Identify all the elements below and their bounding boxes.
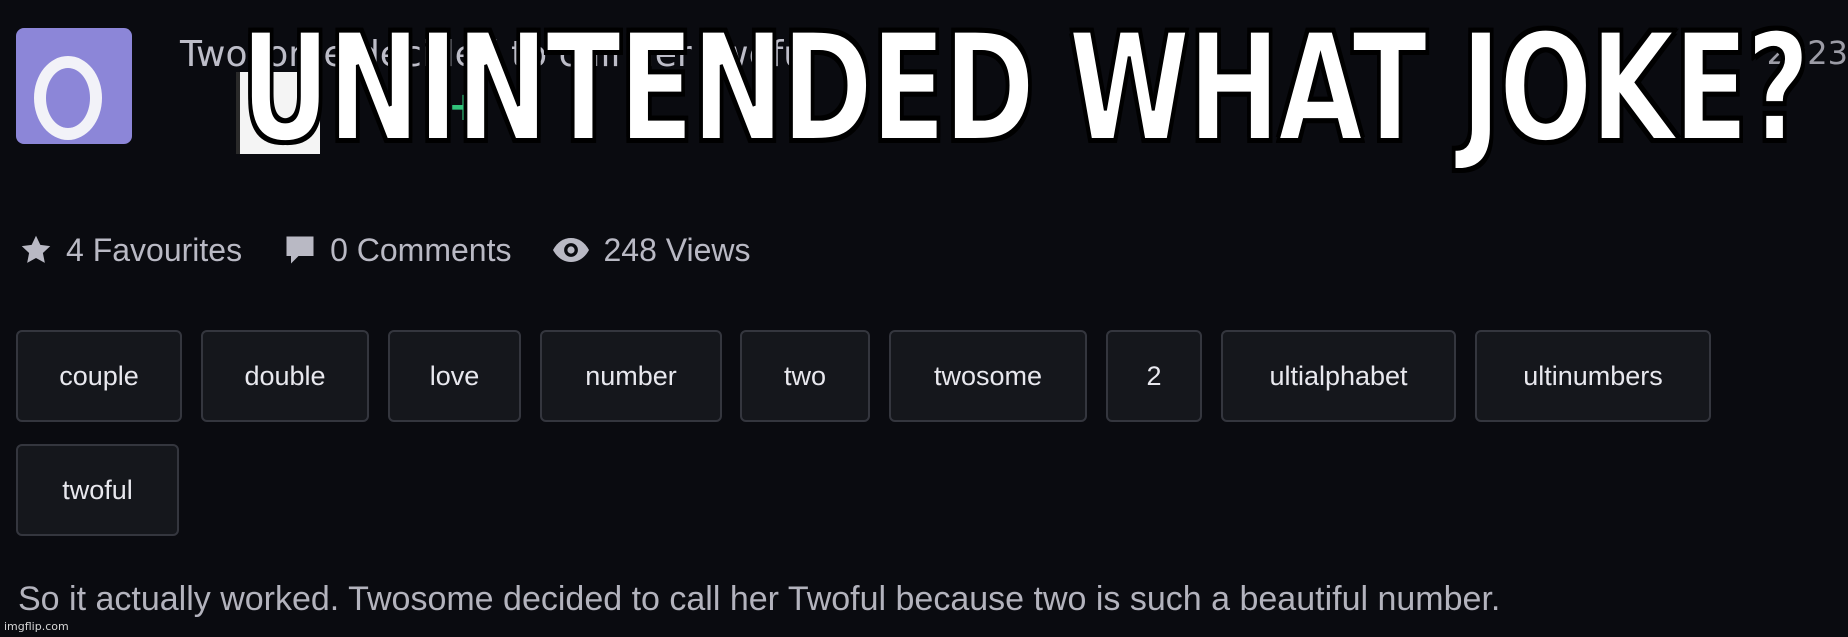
- comments-count: 0 Comments: [330, 231, 512, 268]
- favourites-count: 4 Favourites: [66, 231, 243, 268]
- tag-number[interactable]: number: [540, 330, 722, 422]
- comment-icon: [286, 236, 314, 264]
- eye-icon: [553, 238, 590, 262]
- artwork-stats: 4 Favourites 0 Comments 248 Views: [18, 228, 791, 272]
- avatar-glyph: [34, 56, 102, 140]
- avatar[interactable]: [16, 28, 132, 144]
- tag-double[interactable]: double: [201, 330, 369, 422]
- tag-twosome[interactable]: twosome: [889, 330, 1087, 422]
- star-icon: [21, 235, 51, 263]
- tag-twoful[interactable]: twoful: [16, 444, 179, 536]
- artwork-page: Twosome decided to call her Twoful 2023 …: [0, 0, 1848, 637]
- tag-ultialphabet[interactable]: ultialphabet: [1221, 330, 1456, 422]
- meme-caption: UNINTENDED WHAT JOKE?: [239, 2, 1812, 176]
- comments-stat[interactable]: 0 Comments: [282, 232, 511, 269]
- tag-two[interactable]: two: [740, 330, 870, 422]
- favourites-stat[interactable]: 4 Favourites: [18, 232, 242, 269]
- tag-love[interactable]: love: [388, 330, 521, 422]
- artwork-description: So it actually worked. Twosome decided t…: [18, 580, 1501, 618]
- tag-ultinumbers[interactable]: ultinumbers: [1475, 330, 1711, 422]
- artwork-header: Twosome decided to call her Twoful 2023 …: [0, 0, 1848, 176]
- views-count: 248 Views: [603, 231, 751, 268]
- tag-2[interactable]: 2: [1106, 330, 1202, 422]
- views-stat: 248 Views: [551, 231, 751, 269]
- watermark: imgflip.com: [4, 620, 69, 633]
- tag-couple[interactable]: couple: [16, 330, 182, 422]
